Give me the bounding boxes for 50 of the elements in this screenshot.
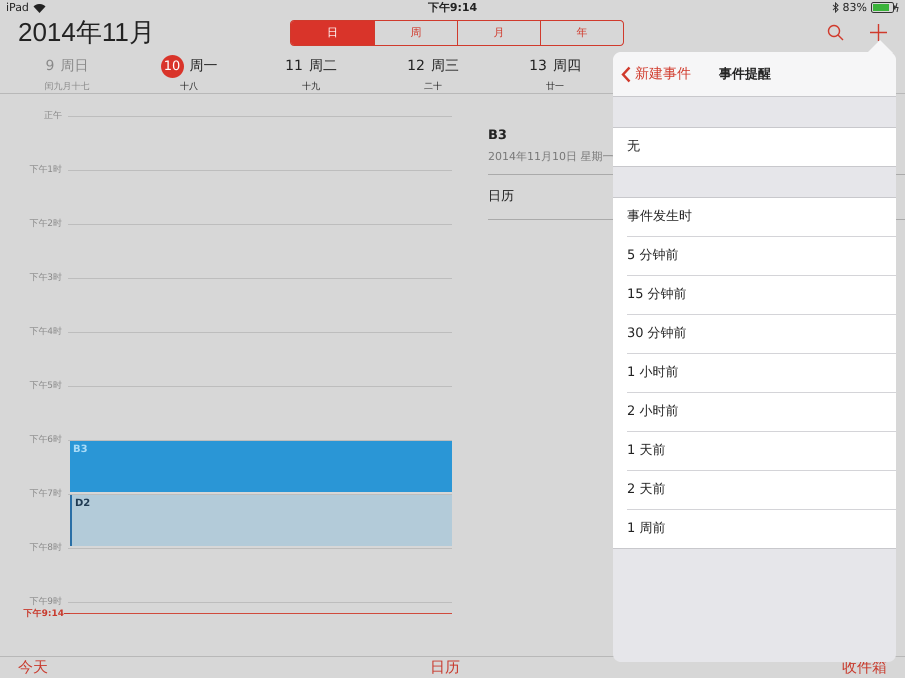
hour-label: 下午6时 <box>28 434 63 446</box>
popover-title: 事件提醒 <box>719 66 771 83</box>
weekday-label: 周一 <box>190 57 218 75</box>
back-button[interactable]: 新建事件 <box>621 65 691 83</box>
reminder-option[interactable]: 5 分钟前 <box>627 236 896 275</box>
weekday-label: 周三 <box>430 57 459 75</box>
weekday-label: 周四 <box>552 57 581 75</box>
day-number[interactable]: 13 <box>529 58 547 74</box>
search-icon[interactable] <box>827 24 844 41</box>
today-date-badge[interactable]: 10 <box>160 54 184 78</box>
day-number[interactable]: 12 <box>407 58 425 74</box>
weekday-label: 周二 <box>308 57 337 75</box>
lunar-date: 廿一 <box>546 80 564 93</box>
status-time: 下午9:14 <box>428 0 478 15</box>
reminder-option[interactable]: 15 分钟前 <box>627 275 896 314</box>
hour-label: 下午7时 <box>28 488 63 500</box>
lunar-date: 二十 <box>424 80 442 93</box>
battery-icon <box>871 2 899 13</box>
hour-label: 下午1时 <box>28 164 63 176</box>
reminder-option[interactable]: 2 天前 <box>627 470 896 509</box>
reminder-option[interactable]: 1 周前 <box>627 509 896 548</box>
hour-label: 下午9时 <box>28 596 63 608</box>
day-number[interactable]: 11 <box>285 58 303 74</box>
lunar-date: 十九 <box>302 80 320 93</box>
hour-label: 下午2时 <box>28 218 63 230</box>
hour-label: 下午3时 <box>28 272 63 284</box>
month-title: 2014年11月 <box>18 16 156 49</box>
hour-label: 正午 <box>43 110 63 122</box>
lunar-date: 十八 <box>180 80 198 93</box>
carrier-label: iPad <box>6 1 29 14</box>
reminder-option[interactable]: 30 分钟前 <box>627 314 896 353</box>
hour-label: 下午4时 <box>28 326 63 338</box>
toolbar-button[interactable]: 今天 <box>18 658 48 677</box>
reminder-option[interactable]: 2 小时前 <box>627 392 896 431</box>
hour-label: 下午8时 <box>28 542 63 554</box>
reminder-option[interactable]: 1 小时前 <box>627 353 896 392</box>
reminder-option[interactable]: 1 天前 <box>627 431 896 470</box>
event-title: B3 <box>488 128 508 143</box>
toolbar-button[interactable]: 日历 <box>430 658 460 677</box>
weekday-label: 周日 <box>60 57 88 75</box>
current-time-label: 下午9:14 <box>22 608 64 620</box>
view-tab[interactable]: 日 <box>291 20 374 44</box>
hour-label: 下午5时 <box>28 380 63 392</box>
bluetooth-icon <box>832 2 839 13</box>
battery-percent: 83% <box>842 1 867 14</box>
add-icon[interactable] <box>870 24 887 41</box>
chevron-left-icon <box>621 66 631 82</box>
wifi-icon <box>32 2 46 12</box>
event-block[interactable]: D2 <box>70 495 452 546</box>
lunar-date: 闰九月十七 <box>44 80 90 93</box>
